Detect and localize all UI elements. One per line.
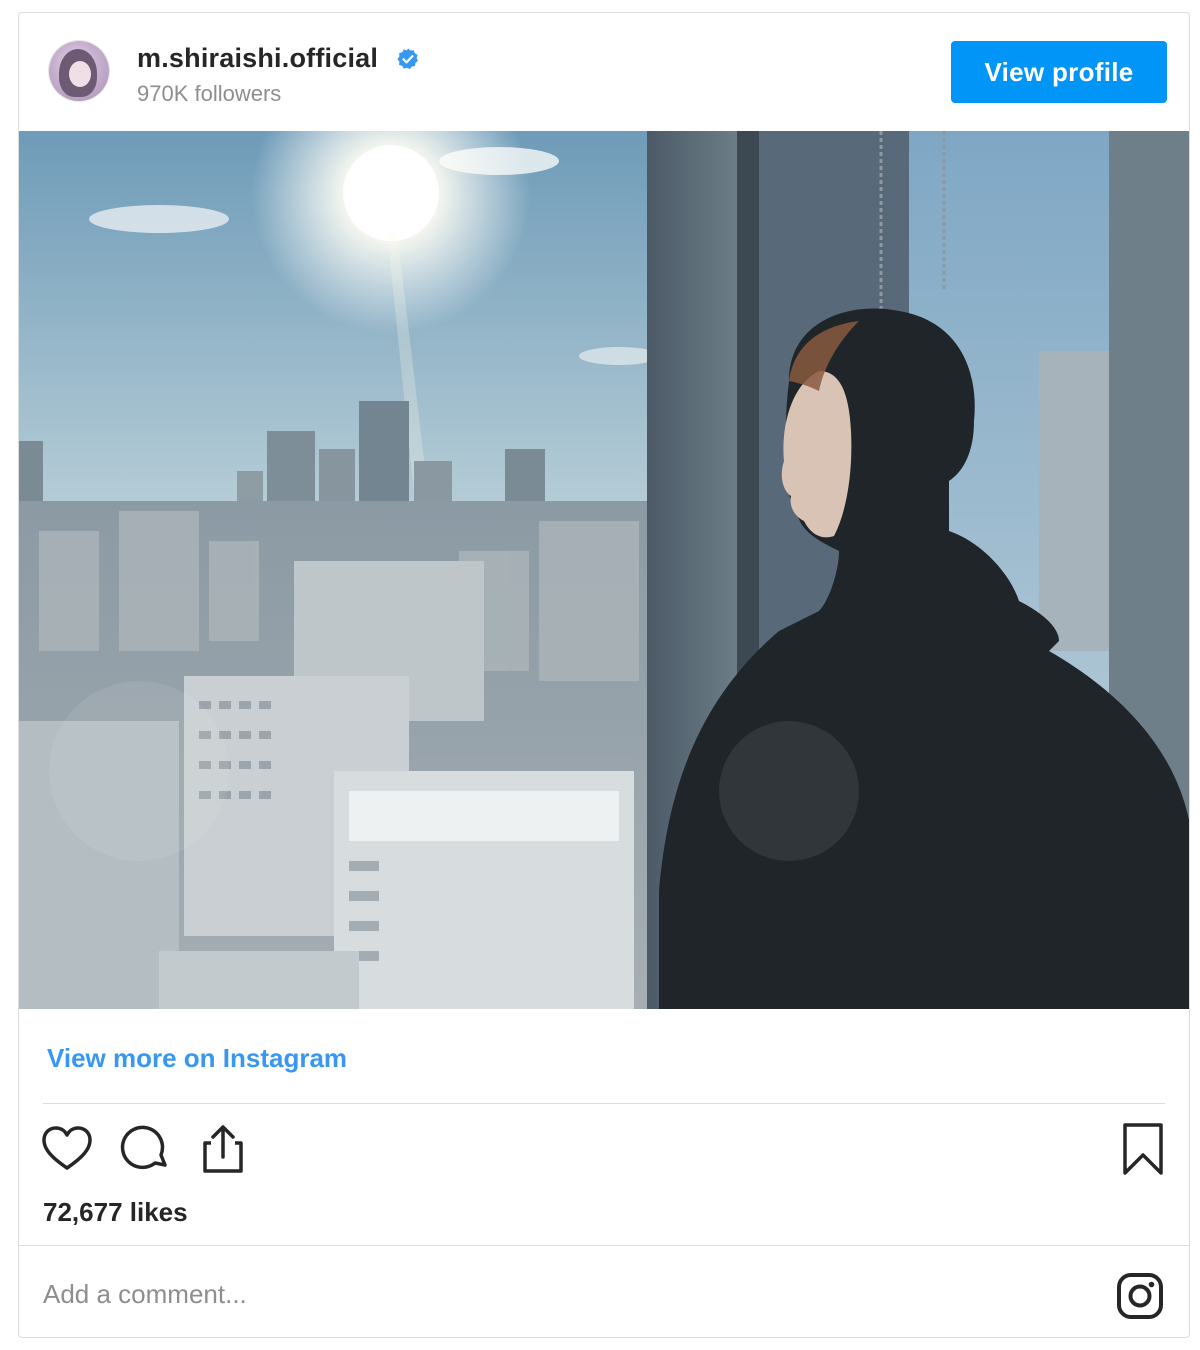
- divider: [43, 1103, 1165, 1104]
- divider: [19, 1245, 1189, 1246]
- bookmark-icon[interactable]: [1115, 1121, 1171, 1177]
- avatar-face: [69, 61, 91, 87]
- follower-count: 970K followers: [137, 81, 282, 106]
- instagram-embed-card: m.shiraishi.official 970K followers View…: [18, 12, 1190, 1338]
- instagram-logo-icon[interactable]: [1115, 1271, 1165, 1321]
- view-profile-button[interactable]: View profile: [951, 41, 1167, 103]
- post-header: m.shiraishi.official 970K followers View…: [19, 13, 1189, 131]
- avatar[interactable]: [49, 41, 109, 101]
- post-photo[interactable]: [19, 131, 1189, 1009]
- city-window-portrait-image: [19, 131, 1189, 1009]
- comment-input[interactable]: Add a comment...: [43, 1279, 247, 1310]
- heart-icon[interactable]: [39, 1121, 95, 1177]
- like-count: 72,677 likes: [43, 1197, 188, 1227]
- share-upload-icon[interactable]: [195, 1121, 251, 1177]
- verified-badge-icon: [397, 48, 418, 70]
- speech-bubble-icon[interactable]: [117, 1121, 173, 1177]
- username[interactable]: m.shiraishi.official: [137, 43, 378, 74]
- view-more-link[interactable]: View more on Instagram: [47, 1043, 347, 1074]
